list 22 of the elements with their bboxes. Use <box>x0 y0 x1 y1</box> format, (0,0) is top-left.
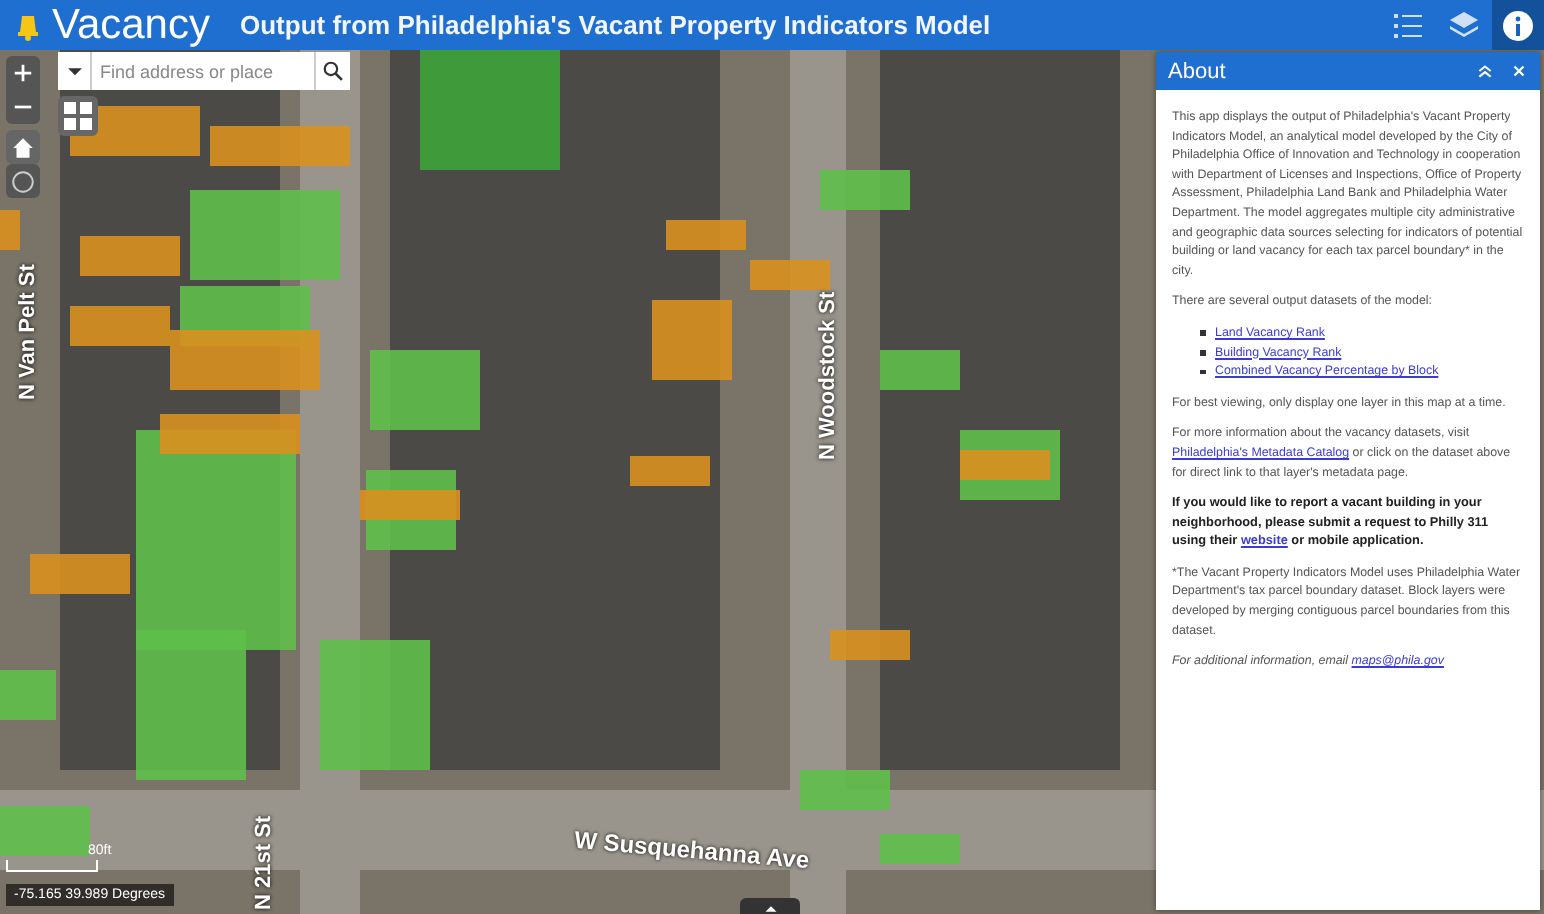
list-icon[interactable] <box>1392 9 1424 41</box>
bullet-icon <box>1200 330 1205 336</box>
app-name: Vacancy <box>52 1 210 49</box>
close-icon[interactable] <box>1510 62 1528 80</box>
search-field[interactable]: Find address or place <box>92 52 314 90</box>
panel-title: About <box>1168 59 1228 83</box>
street-label: N 21st St <box>252 815 276 910</box>
street-label: N Woodstock St <box>816 291 840 460</box>
panel-toggle-button[interactable] <box>740 898 800 914</box>
bullet-icon <box>1200 350 1205 356</box>
info-icon[interactable] <box>1502 9 1534 41</box>
plus-icon[interactable] <box>12 62 34 84</box>
street-label: N Van Pelt St <box>16 264 40 400</box>
info-button[interactable] <box>1492 0 1544 50</box>
street-label: W Susquehanna Ave <box>573 825 811 875</box>
search-button[interactable] <box>314 52 350 90</box>
bullet-icon <box>1200 369 1205 375</box>
search-icon[interactable] <box>322 60 344 82</box>
app-title: Output from Philadelphia's Vacant Property Indicators Model <box>240 10 993 40</box>
collapse-icon[interactable] <box>1476 62 1494 80</box>
dropdown-button[interactable] <box>58 52 92 90</box>
layers-icon[interactable] <box>1448 9 1480 41</box>
